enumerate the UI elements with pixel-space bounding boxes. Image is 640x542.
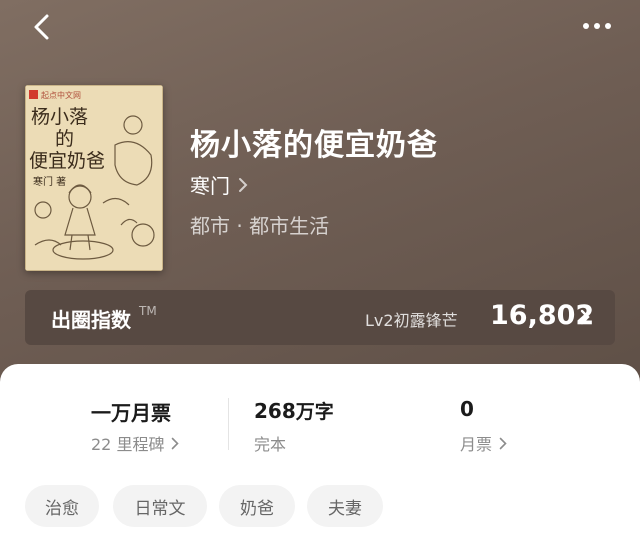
trademark-mark: TM	[139, 304, 157, 318]
popularity-index-label: 出圈指数	[51, 308, 131, 332]
word-count: 268万字	[254, 397, 334, 424]
word-count-value: 268	[254, 399, 296, 423]
svg-text:杨小落: 杨小落	[31, 106, 88, 128]
svg-text:起点中文网: 起点中文网	[41, 90, 81, 100]
book-category: 都市 · 都市生活	[190, 214, 330, 238]
popularity-index-bar[interactable]: 出圈指数 TM Lv2初露锋芒 16,802	[25, 290, 615, 345]
stats-divider	[228, 398, 229, 450]
milestone-link[interactable]: 22 里程碑	[91, 431, 180, 455]
svg-text:的: 的	[55, 128, 74, 150]
word-count-unit: 万字	[295, 401, 334, 423]
more-dots-icon	[583, 23, 611, 29]
author-link[interactable]: 寒门	[190, 170, 248, 199]
chevron-right-icon	[499, 437, 507, 450]
svg-text:便宜奶爸: 便宜奶爸	[29, 150, 105, 172]
more-button[interactable]	[578, 16, 618, 36]
tag-chip[interactable]: 日常文	[113, 485, 207, 527]
book-cover-illustration: 起点中文网 杨小落 的 便宜奶爸 寒门 著	[25, 85, 163, 271]
tag-chip[interactable]: 治愈	[25, 485, 99, 527]
monthly-tickets-link[interactable]: 月票	[460, 431, 507, 455]
milestone-value: 一万月票	[91, 401, 171, 425]
chevron-right-icon	[238, 177, 248, 193]
monthly-tickets-value: 0	[460, 397, 474, 421]
completion-status: 完本	[254, 435, 287, 454]
author-name: 寒门	[190, 174, 230, 198]
popularity-value: 16,802	[490, 300, 595, 331]
tag-chip[interactable]: 奶爸	[219, 485, 295, 527]
svg-text:寒门 著: 寒门 著	[33, 175, 66, 188]
top-bar	[0, 0, 640, 56]
monthly-tickets-label: 月票	[460, 435, 493, 454]
milestone-label: 22 里程碑	[91, 435, 165, 454]
popularity-level: Lv2初露锋芒	[365, 311, 458, 330]
back-button[interactable]	[28, 12, 56, 42]
tag-chip[interactable]: 夫妻	[307, 485, 383, 527]
chevron-left-icon	[34, 14, 49, 40]
chevron-right-icon	[580, 309, 590, 329]
book-cover[interactable]: 起点中文网 杨小落 的 便宜奶爸 寒门 著	[25, 85, 163, 271]
book-title: 杨小落的便宜奶爸	[190, 128, 438, 163]
chevron-right-icon	[171, 437, 180, 450]
